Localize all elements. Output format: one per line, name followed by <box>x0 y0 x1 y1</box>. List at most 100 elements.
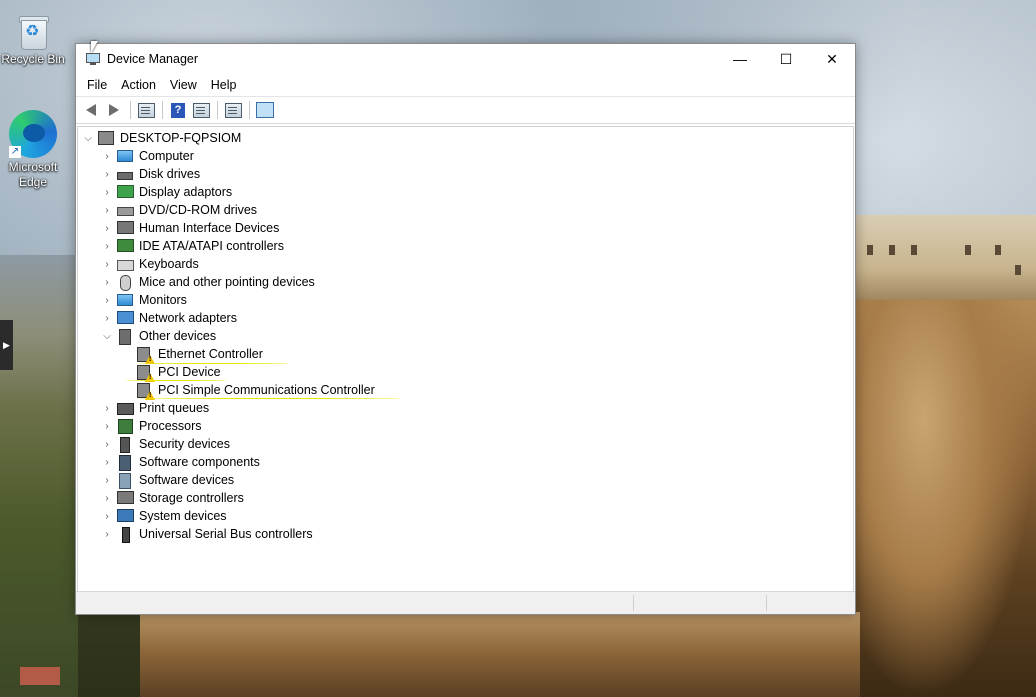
tree-item-display-adaptors[interactable]: › Display adaptors <box>101 183 232 201</box>
annotation-underline <box>138 363 288 364</box>
collapse-chevron-icon[interactable]: ⌵ <box>101 327 113 345</box>
tree-item-computer[interactable]: › Computer <box>101 147 194 165</box>
tree-item-label: Storage controllers <box>139 491 244 505</box>
tree-item-label: Security devices <box>139 437 231 451</box>
tree-item-security-devices[interactable]: › Security devices <box>101 435 230 453</box>
menu-file[interactable]: File <box>80 74 114 96</box>
menu-action[interactable]: Action <box>114 74 163 96</box>
expand-chevron-icon[interactable]: › <box>101 201 113 219</box>
keyboard-icon <box>117 257 134 272</box>
maximize-button[interactable]: ☐ <box>763 44 809 74</box>
tree-item-label: Software devices <box>139 473 235 487</box>
expand-chevron-icon[interactable]: › <box>101 165 113 183</box>
expand-chevron-icon[interactable]: › <box>101 525 113 543</box>
collapse-chevron-icon[interactable]: ⌵ <box>82 129 94 147</box>
monitor-icon <box>117 293 134 308</box>
menu-help[interactable]: Help <box>204 74 244 96</box>
tree-item-print-queues[interactable]: › Print queues <box>101 399 209 417</box>
tree-item-label: PCI Simple Communications Controller <box>158 383 375 397</box>
tree-item-label: Ethernet Controller <box>158 347 263 361</box>
back-button[interactable] <box>80 99 102 121</box>
tree-item-pci-device[interactable]: PCI Device <box>136 363 221 382</box>
tree-item-network-adapters[interactable]: › Network adapters <box>101 309 237 327</box>
unknown-device-warning-icon <box>136 364 155 382</box>
device-tree: ⌵ DESKTOP-FQPSIOM › Computer › Disk driv… <box>77 126 854 592</box>
recycle-bin-icon: ♻ <box>18 14 49 50</box>
tree-item-label: PCI Device <box>158 365 221 379</box>
toolbar-separator <box>130 101 131 119</box>
menu-view[interactable]: View <box>163 74 204 96</box>
forward-icon <box>109 104 119 116</box>
help-button[interactable]: ? <box>167 99 189 121</box>
expand-chevron-icon[interactable]: › <box>101 255 113 273</box>
window-title: Device Manager <box>107 52 199 66</box>
tree-item-pci-simple-communications-controller[interactable]: PCI Simple Communications Controller <box>136 381 375 400</box>
desktop-icon-microsoft-edge[interactable]: ↗ Microsoft Edge <box>0 110 68 190</box>
desktop-icon-label: Recycle Bin <box>1 52 65 66</box>
other-devices-icon <box>117 328 134 345</box>
expand-chevron-icon[interactable]: › <box>101 183 113 201</box>
side-panel-handle[interactable]: ▶ <box>0 320 13 370</box>
tree-item-label: Disk drives <box>139 167 201 181</box>
tree-item-system-devices[interactable]: › System devices <box>101 507 227 525</box>
processor-icon <box>117 418 134 434</box>
expand-chevron-icon[interactable]: › <box>101 273 113 291</box>
hid-icon <box>117 220 134 236</box>
tree-item-other-devices[interactable]: ⌵ Other devices <box>101 327 216 345</box>
expand-chevron-icon[interactable]: › <box>101 417 113 435</box>
ide-controller-icon <box>117 238 134 254</box>
tree-item-usb-controllers[interactable]: › Universal Serial Bus controllers <box>101 525 313 543</box>
expand-chevron-icon[interactable]: › <box>101 147 113 165</box>
expand-chevron-icon[interactable]: › <box>101 489 113 507</box>
tree-item-storage-controllers[interactable]: › Storage controllers <box>101 489 244 507</box>
expand-chevron-icon[interactable]: › <box>101 291 113 309</box>
expand-chevron-icon[interactable]: › <box>101 435 113 453</box>
shortcut-arrow-icon: ↗ <box>9 146 21 158</box>
tree-item-label: IDE ATA/ATAPI controllers <box>139 239 284 253</box>
desktop-icon-recycle-bin[interactable]: ♻ Recycle Bin <box>0 14 68 67</box>
device-manager-icon <box>85 51 101 67</box>
status-pane <box>633 595 634 611</box>
tree-item-keyboards[interactable]: › Keyboards <box>101 255 198 273</box>
close-button[interactable]: ✕ <box>809 44 855 74</box>
tree-item-label: Software components <box>139 455 260 469</box>
landscape-town <box>855 215 1036 305</box>
storage-controller-icon <box>117 490 134 506</box>
tree-item-ethernet-controller[interactable]: Ethernet Controller <box>136 345 263 364</box>
tree-item-monitors[interactable]: › Monitors <box>101 291 187 309</box>
tree-item-label: Monitors <box>139 293 187 307</box>
minimize-button[interactable]: — <box>717 44 763 74</box>
tree-item-ide-controllers[interactable]: › IDE ATA/ATAPI controllers <box>101 237 284 255</box>
tree-item-dvd-drives[interactable]: › DVD/CD-ROM drives <box>101 201 257 219</box>
update-driver-button[interactable] <box>222 99 244 121</box>
forward-button[interactable] <box>103 99 125 121</box>
tree-item-software-components[interactable]: › Software components <box>101 453 260 471</box>
network-adapter-icon <box>117 310 134 326</box>
tree-item-label: Human Interface Devices <box>139 221 280 235</box>
expand-chevron-icon[interactable]: › <box>101 453 113 471</box>
title-bar[interactable]: Device Manager — ☐ ✕ <box>76 44 855 74</box>
software-device-icon <box>117 472 134 489</box>
tree-item-label: Print queues <box>139 401 210 415</box>
scan-hardware-button[interactable] <box>254 99 276 121</box>
expand-chevron-icon[interactable]: › <box>101 399 113 417</box>
status-pane <box>766 595 767 611</box>
tree-item-software-devices[interactable]: › Software devices <box>101 471 234 489</box>
show-hide-button[interactable] <box>190 99 212 121</box>
window-controls: — ☐ ✕ <box>717 44 855 74</box>
tree-root[interactable]: ⌵ DESKTOP-FQPSIOM <box>82 129 241 147</box>
tree-item-hid[interactable]: › Human Interface Devices <box>101 219 279 237</box>
properties-button[interactable] <box>135 99 157 121</box>
expand-chevron-icon[interactable]: › <box>101 309 113 327</box>
unknown-device-warning-icon <box>136 346 155 364</box>
tree-item-disk-drives[interactable]: › Disk drives <box>101 165 200 183</box>
mouse-cursor-icon <box>91 41 98 53</box>
expand-chevron-icon[interactable]: › <box>101 471 113 489</box>
menu-bar: File Action View Help <box>76 74 855 96</box>
expand-chevron-icon[interactable]: › <box>101 219 113 237</box>
tree-item-processors[interactable]: › Processors <box>101 417 202 435</box>
expand-chevron-icon[interactable]: › <box>101 237 113 255</box>
toolbar-separator <box>162 101 163 119</box>
expand-chevron-icon[interactable]: › <box>101 507 113 525</box>
tree-item-mice[interactable]: › Mice and other pointing devices <box>101 273 315 291</box>
